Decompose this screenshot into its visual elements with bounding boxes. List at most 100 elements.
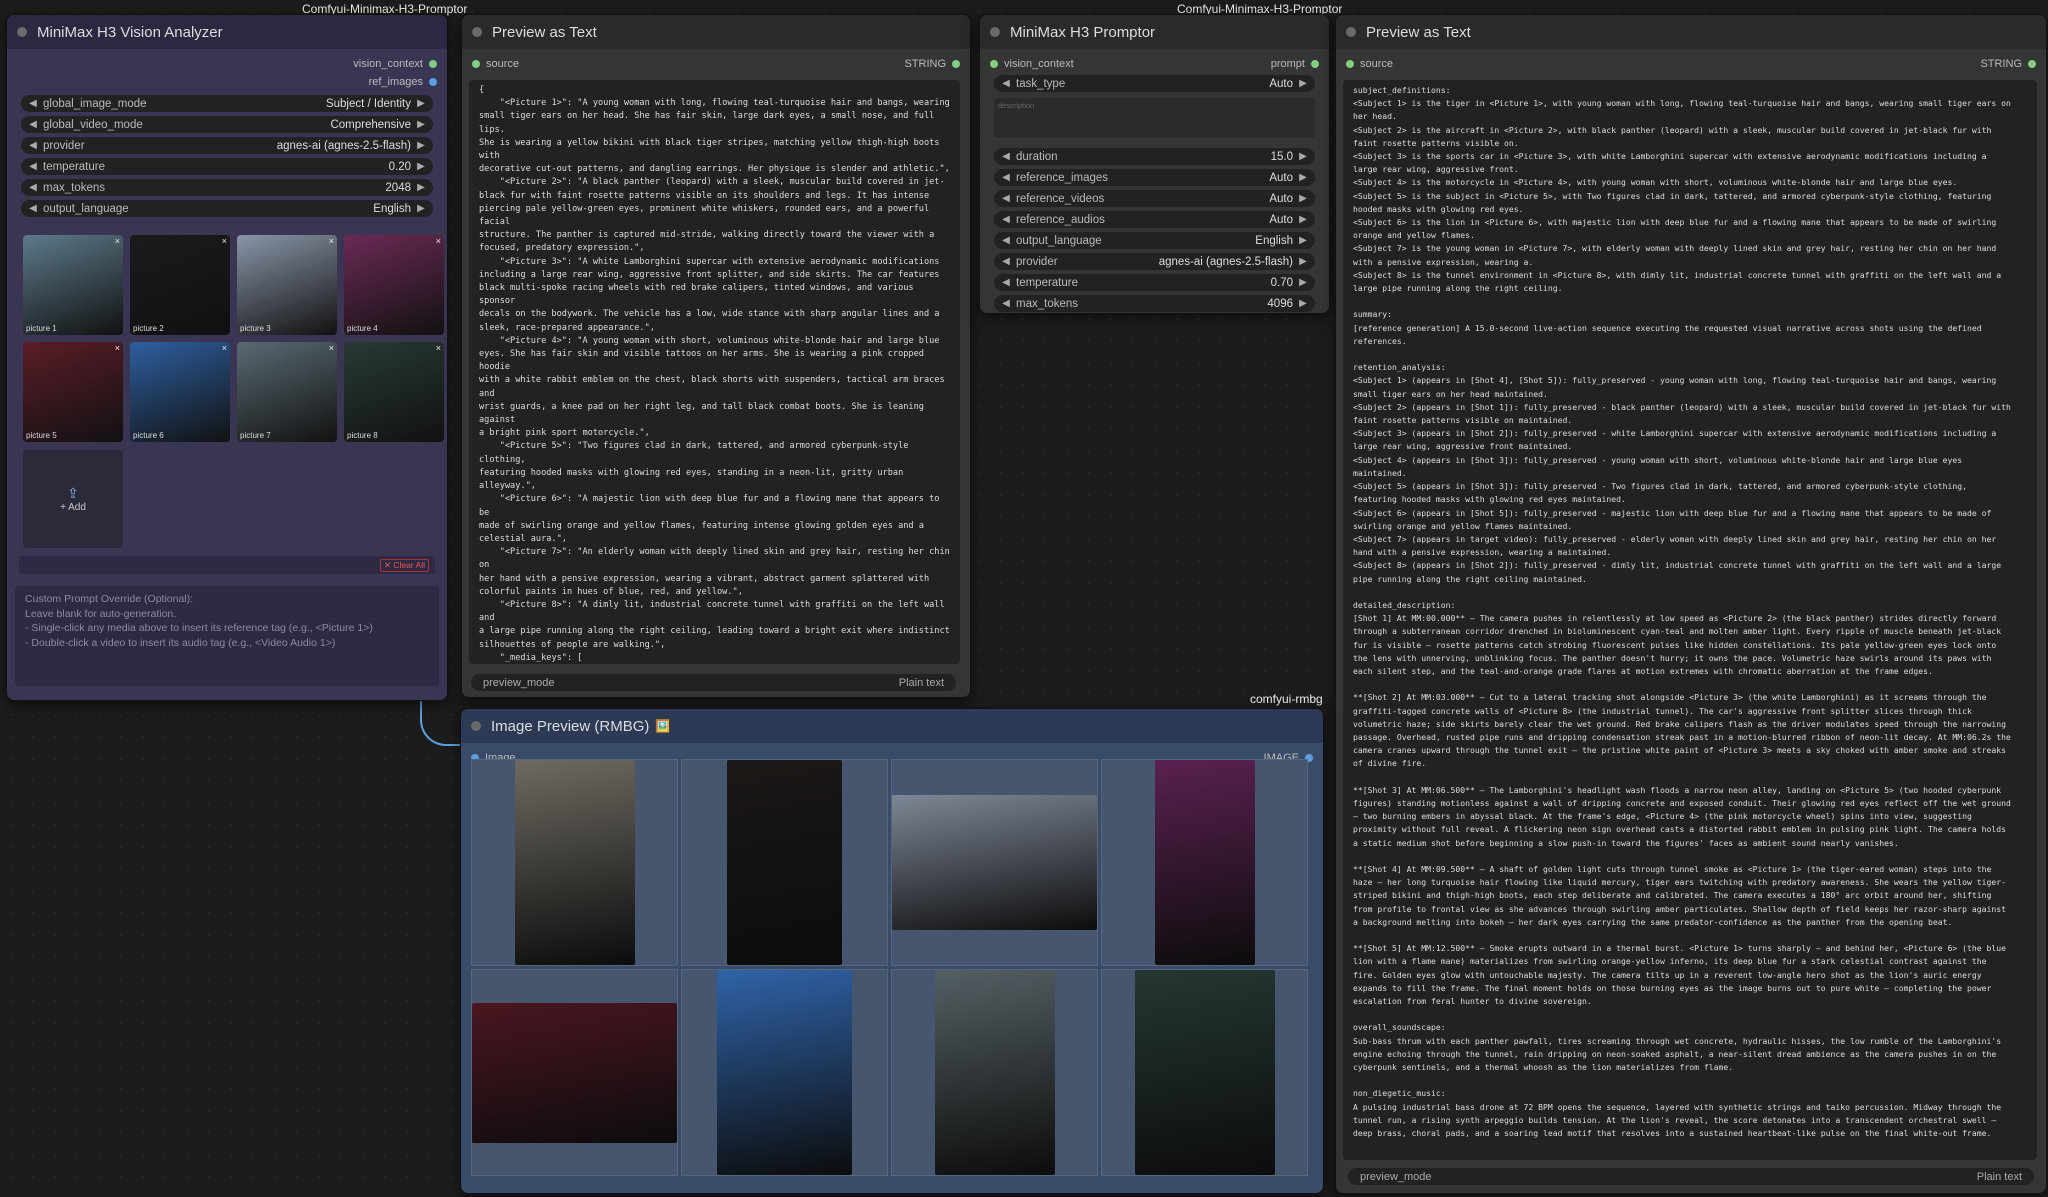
arrow-right-icon[interactable]: ▶ [1297,172,1309,183]
widget-output-language[interactable]: ◀ output_language English ▶ [21,200,433,217]
arrow-right-icon[interactable]: ▶ [415,203,427,214]
arrow-left-icon[interactable]: ◀ [1000,235,1012,246]
media-thumbnail[interactable]: picture 8 × [344,342,444,442]
remove-thumbnail-icon[interactable]: × [329,343,334,353]
arrow-left-icon[interactable]: ◀ [1000,78,1012,89]
widget-provider[interactable]: ◀ provider agnes-ai (agnes-2.5-flash) ▶ [994,253,1315,270]
preview-image-cell[interactable] [471,969,678,1176]
media-thumbnail[interactable]: picture 7 × [237,342,337,442]
remove-thumbnail-icon[interactable]: × [436,236,441,246]
arrow-right-icon[interactable]: ▶ [1297,277,1309,288]
node-header[interactable]: Preview as Text [1336,15,2046,49]
remove-thumbnail-icon[interactable]: × [222,343,227,353]
collapse-dot[interactable] [472,27,482,37]
arrow-right-icon[interactable]: ▶ [415,182,427,193]
widget-duration[interactable]: ◀ duration 15.0 ▶ [994,148,1315,165]
widget-reference-images[interactable]: ◀ reference_images Auto ▶ [994,169,1315,186]
output-ref-images-port[interactable] [429,78,437,86]
input-source-port[interactable] [1346,60,1354,68]
arrow-left-icon[interactable]: ◀ [1000,214,1012,225]
widget-task-type[interactable]: ◀ task_type Auto ▶ [994,75,1315,92]
widget-provider[interactable]: ◀ provider agnes-ai (agnes-2.5-flash) ▶ [21,137,433,154]
arrow-left-icon[interactable]: ◀ [27,98,39,109]
input-source-port[interactable] [472,60,480,68]
node-header[interactable]: Preview as Text [462,15,970,49]
thumbnail-caption: picture 1 [26,324,57,333]
promptor-node[interactable]: MiniMax H3 Promptor vision_context promp… [979,14,1330,314]
widget-value: 0.70 [1270,276,1293,289]
output-prompt-port[interactable] [1311,60,1319,68]
node-header[interactable]: MiniMax H3 Promptor [980,15,1329,49]
arrow-left-icon[interactable]: ◀ [27,203,39,214]
arrow-left-icon[interactable]: ◀ [27,119,39,130]
preview-mode-widget-1[interactable]: preview_mode Plain text [471,674,956,691]
media-thumbnail[interactable]: picture 4 × [344,235,444,335]
preview-image-cell[interactable] [681,969,888,1176]
custom-prompt-override[interactable]: Custom Prompt Override (Optional): Leave… [15,586,439,686]
remove-thumbnail-icon[interactable]: × [436,343,441,353]
remove-thumbnail-icon[interactable]: × [115,343,120,353]
arrow-left-icon[interactable]: ◀ [1000,172,1012,183]
collapse-dot[interactable] [17,27,27,37]
arrow-right-icon[interactable]: ▶ [1297,214,1309,225]
image-preview-rmbg-node[interactable]: Image Preview (RMBG) 🖼️ Image IMAGE [460,708,1324,1194]
collapse-dot[interactable] [1346,27,1356,37]
preview-text-output-2[interactable]: subject_definitions: <Subject 1> is the … [1343,80,2037,1160]
arrow-right-icon[interactable]: ▶ [1297,298,1309,309]
widget-global-video-mode[interactable]: ◀ global_video_mode Comprehensive ▶ [21,116,433,133]
preview-image-cell[interactable] [681,759,888,966]
media-thumbnail[interactable]: picture 6 × [130,342,230,442]
add-media-button[interactable]: ⇪ + Add [23,450,123,548]
widget-reference-audios[interactable]: ◀ reference_audios Auto ▶ [994,211,1315,228]
widget-global-image-mode[interactable]: ◀ global_image_mode Subject / Identity ▶ [21,95,433,112]
widget-max-tokens[interactable]: ◀ max_tokens 4096 ▶ [994,295,1315,312]
arrow-right-icon[interactable]: ▶ [1297,256,1309,267]
arrow-left-icon[interactable]: ◀ [27,182,39,193]
media-thumbnail[interactable]: picture 2 × [130,235,230,335]
arrow-right-icon[interactable]: ▶ [1297,78,1309,89]
arrow-left-icon[interactable]: ◀ [27,161,39,172]
preview-image-cell[interactable] [1101,969,1308,1176]
preview-image-cell[interactable] [891,969,1098,1176]
input-vision-context-port[interactable] [990,60,998,68]
arrow-right-icon[interactable]: ▶ [415,98,427,109]
arrow-right-icon[interactable]: ▶ [415,161,427,172]
remove-thumbnail-icon[interactable]: × [222,236,227,246]
arrow-left-icon[interactable]: ◀ [1000,277,1012,288]
preview-image-cell[interactable] [891,759,1098,966]
widget-temperature[interactable]: ◀ temperature 0.70 ▶ [994,274,1315,291]
arrow-left-icon[interactable]: ◀ [1000,298,1012,309]
vision-analyzer-node[interactable]: MiniMax H3 Vision Analyzer vision_contex… [6,14,448,701]
arrow-right-icon[interactable]: ▶ [1297,235,1309,246]
remove-thumbnail-icon[interactable]: × [115,236,120,246]
preview-image-cell[interactable] [1101,759,1308,966]
node-header[interactable]: MiniMax H3 Vision Analyzer [7,15,447,49]
widget-output-language[interactable]: ◀ output_language English ▶ [994,232,1315,249]
arrow-left-icon[interactable]: ◀ [1000,151,1012,162]
widget-reference-videos[interactable]: ◀ reference_videos Auto ▶ [994,190,1315,207]
output-string-port[interactable] [952,60,960,68]
output-string-port[interactable] [2028,60,2036,68]
preview-image-cell[interactable] [471,759,678,966]
collapse-dot[interactable] [990,27,1000,37]
collapse-dot[interactable] [471,721,481,731]
preview-text-output-1[interactable]: { "<Picture 1>": "A young woman with lon… [469,80,960,664]
node-header[interactable]: Image Preview (RMBG) 🖼️ [461,709,1323,743]
widget-temperature[interactable]: ◀ temperature 0.20 ▶ [21,158,433,175]
media-thumbnail[interactable]: picture 3 × [237,235,337,335]
arrow-right-icon[interactable]: ▶ [415,140,427,151]
media-thumbnail[interactable]: picture 5 × [23,342,123,442]
arrow-left-icon[interactable]: ◀ [1000,256,1012,267]
arrow-right-icon[interactable]: ▶ [1297,193,1309,204]
remove-thumbnail-icon[interactable]: × [329,236,334,246]
widget-max-tokens[interactable]: ◀ max_tokens 2048 ▶ [21,179,433,196]
output-vision-context-port[interactable] [429,60,437,68]
clear-all-button[interactable]: ✕ Clear All [379,559,429,572]
arrow-right-icon[interactable]: ▶ [415,119,427,130]
preview-mode-widget-2[interactable]: preview_mode Plain text [1348,1168,2034,1185]
description-textarea[interactable]: description [994,98,1315,138]
media-thumbnail[interactable]: picture 1 × [23,235,123,335]
arrow-left-icon[interactable]: ◀ [1000,193,1012,204]
arrow-right-icon[interactable]: ▶ [1297,151,1309,162]
arrow-left-icon[interactable]: ◀ [27,140,39,151]
